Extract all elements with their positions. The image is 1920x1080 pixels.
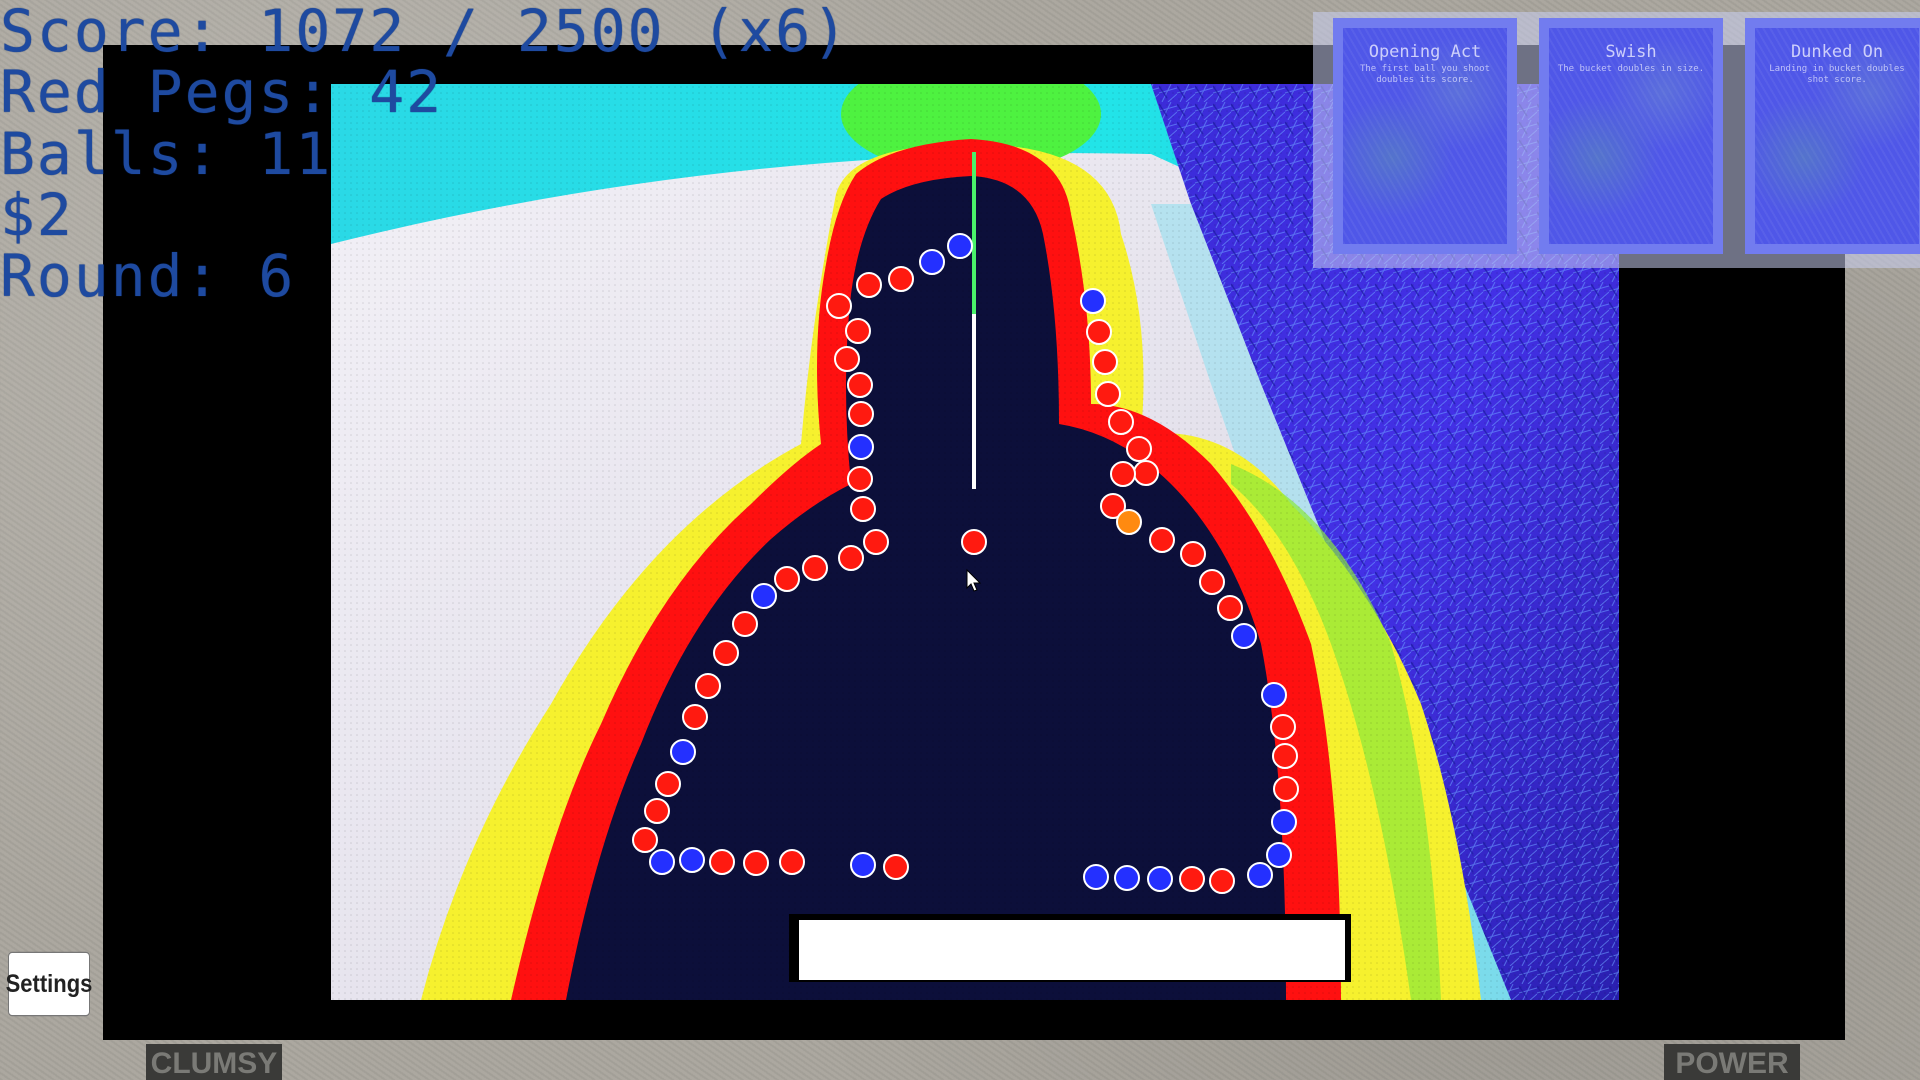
red-peg (1149, 527, 1175, 553)
powerup-card-opening-act[interactable]: Opening Act The first ball you shoot dou… (1333, 18, 1517, 254)
bucket (799, 920, 1345, 980)
red-peg (1133, 460, 1159, 486)
red-peg (848, 401, 874, 427)
powerup-card-swish[interactable]: Swish The bucket doubles in size. (1539, 18, 1723, 254)
blue-peg (1231, 623, 1257, 649)
score-readout: Score: 1072 / 2500 (x6) (0, 0, 850, 65)
red-peg (1110, 461, 1136, 487)
power-tag: POWER (1664, 1044, 1800, 1080)
blue-peg (670, 739, 696, 765)
powerup-tray: Opening Act The first ball you shoot dou… (1313, 12, 1920, 268)
blue-peg (1083, 864, 1109, 890)
red-peg (845, 318, 871, 344)
powerup-title: Opening Act (1368, 42, 1482, 62)
red-peg (1126, 436, 1152, 462)
blue-peg (679, 847, 705, 873)
red-peg (1273, 776, 1299, 802)
red-peg (826, 293, 852, 319)
red-peg (1092, 349, 1118, 375)
blue-peg (1261, 682, 1287, 708)
red-peg (883, 854, 909, 880)
red-peg (743, 850, 769, 876)
powerup-title: Dunked On (1790, 42, 1884, 62)
red-peg (961, 529, 987, 555)
blue-peg (919, 249, 945, 275)
blue-peg (649, 849, 675, 875)
red-peg (838, 545, 864, 571)
blue-peg (1147, 866, 1173, 892)
powerup-description: The first ball you shoot doubles its sco… (1359, 64, 1491, 85)
blue-peg (848, 434, 874, 460)
red-peg (1095, 381, 1121, 407)
blue-peg (1080, 288, 1106, 314)
settings-button[interactable]: Settings (6, 951, 92, 1017)
powerup-description: The bucket doubles in size. (1557, 64, 1705, 74)
red-peg (888, 266, 914, 292)
round-readout: Round: 6 (0, 242, 296, 310)
red-peg (1180, 541, 1206, 567)
red-peg (774, 566, 800, 592)
clumsy-tag: CLUMSY (146, 1044, 282, 1080)
red-peg (1199, 569, 1225, 595)
red-peg (1217, 595, 1243, 621)
red-peg (732, 611, 758, 637)
blue-peg (1114, 865, 1140, 891)
powerup-description: Landing in bucket doubles shot score. (1769, 64, 1905, 85)
blue-peg (850, 852, 876, 878)
blue-peg (1266, 842, 1292, 868)
blue-peg (1271, 809, 1297, 835)
balls-readout: Balls: 11 (0, 120, 333, 188)
red-peg (1272, 743, 1298, 769)
money-readout: $2 (0, 181, 74, 249)
powerup-card-dunked-on[interactable]: Dunked On Landing in bucket doubles shot… (1745, 18, 1920, 254)
red-peg (850, 496, 876, 522)
red-peg (834, 346, 860, 372)
blue-peg (947, 233, 973, 259)
red-peg (682, 704, 708, 730)
red-peg (632, 827, 658, 853)
red-peg (644, 798, 670, 824)
blue-peg (751, 583, 777, 609)
red-peg (779, 849, 805, 875)
red-peg (1179, 866, 1205, 892)
orange-peg (1116, 509, 1142, 535)
red-peg (847, 372, 873, 398)
red-peg (713, 640, 739, 666)
red-peg (709, 849, 735, 875)
red-peg (863, 529, 889, 555)
red-peg (1108, 409, 1134, 435)
red-pegs-readout: Red Pegs: 42 (0, 58, 444, 126)
red-peg (655, 771, 681, 797)
blue-peg (1247, 862, 1273, 888)
red-peg (1086, 319, 1112, 345)
red-peg (802, 555, 828, 581)
red-peg (1209, 868, 1235, 894)
red-peg (856, 272, 882, 298)
red-peg (847, 466, 873, 492)
powerup-title: Swish (1605, 42, 1657, 62)
red-peg (695, 673, 721, 699)
red-peg (1270, 714, 1296, 740)
